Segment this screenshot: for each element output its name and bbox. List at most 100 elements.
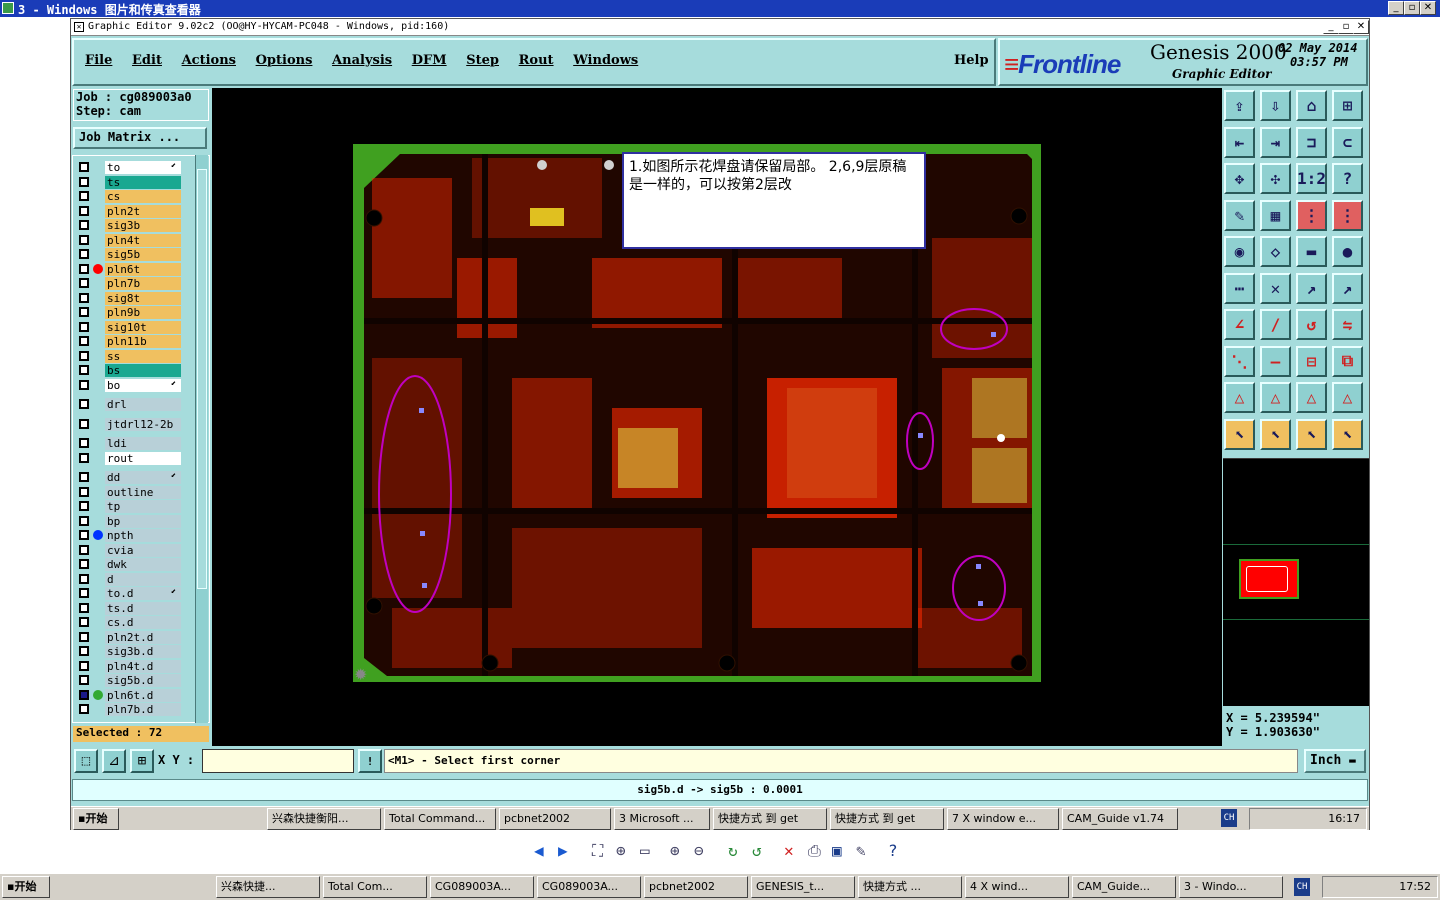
layer-row[interactable]: pln6t xyxy=(75,262,207,276)
app-close-icon[interactable]: ✕ xyxy=(1353,20,1369,34)
taskbar-item[interactable]: Total Command... xyxy=(384,808,496,830)
triangle-b-icon[interactable]: △ xyxy=(1260,382,1291,413)
layer-name[interactable]: d xyxy=(105,572,181,586)
layer-name[interactable]: cs xyxy=(105,190,181,203)
slash-icon[interactable]: / xyxy=(1260,309,1291,340)
menu-actions[interactable]: Actions xyxy=(182,53,236,68)
ruler-icon[interactable]: ▬ xyxy=(1296,236,1327,267)
layer-row[interactable]: pln2t xyxy=(75,204,207,218)
layer-checkbox[interactable] xyxy=(79,559,89,569)
layer-name[interactable]: sig3b xyxy=(105,219,181,232)
layer-name[interactable]: jtdrl12-2b xyxy=(105,417,181,431)
layer-name[interactable]: to.d xyxy=(105,587,181,600)
close-icon[interactable]: ✕ xyxy=(1420,1,1436,15)
layer-row[interactable]: sig5b xyxy=(75,248,207,261)
scale-icon[interactable]: 1:2 xyxy=(1296,163,1327,194)
menu-file[interactable]: File xyxy=(85,53,112,68)
measure-icon[interactable]: ⊿ xyxy=(102,749,126,773)
layer-row[interactable]: pln7b.d xyxy=(75,703,207,716)
menu-step[interactable]: Step xyxy=(466,53,499,68)
layer-name[interactable]: outline xyxy=(105,485,181,499)
rotate-ccw-icon[interactable]: ↺ xyxy=(752,841,762,860)
layer-scrollbar[interactable] xyxy=(195,155,208,723)
layer-name[interactable]: pln7b xyxy=(105,277,181,290)
layer-row[interactable]: cs xyxy=(75,190,207,203)
layer-row[interactable]: cvia xyxy=(75,543,207,557)
layer-checkbox[interactable] xyxy=(79,336,89,346)
layer-name[interactable]: pln6t.d xyxy=(105,688,181,702)
layer-checkbox[interactable] xyxy=(79,704,89,714)
layer-checkbox[interactable] xyxy=(79,263,89,274)
layer-row[interactable]: bo ⬋ xyxy=(75,378,207,392)
layer-name[interactable]: ss xyxy=(105,349,181,363)
menu-rout[interactable]: Rout xyxy=(519,53,554,68)
layer-checkbox[interactable] xyxy=(79,675,89,685)
layer-name[interactable]: pln11b xyxy=(105,335,181,348)
layer-name[interactable]: to xyxy=(105,161,181,174)
taskbar-item[interactable]: 兴森快捷衡阳... xyxy=(267,808,381,830)
layer-name[interactable]: drl xyxy=(105,398,181,411)
layer-row[interactable]: pln4t.d xyxy=(75,659,207,673)
taskbar-item[interactable]: 兴森快捷... xyxy=(216,876,320,898)
triangle-c-icon[interactable]: △ xyxy=(1296,382,1327,413)
layer-name[interactable]: sig5b.d xyxy=(105,674,181,687)
menu-edit[interactable]: Edit xyxy=(132,53,162,68)
taskbar-item[interactable]: 4 X wind... xyxy=(965,876,1069,898)
polygon-icon[interactable]: ◇ xyxy=(1260,236,1291,267)
layer-row[interactable]: sig3b xyxy=(75,219,207,232)
overview-map[interactable] xyxy=(1223,458,1369,706)
layer-row[interactable]: sig8t xyxy=(75,291,207,305)
mirror-icon[interactable]: ⊐ xyxy=(1296,126,1327,158)
layer-checkbox[interactable] xyxy=(79,321,89,332)
taskbar-item[interactable]: 快捷方式 ... xyxy=(858,876,962,898)
layer-row[interactable]: npth xyxy=(75,529,207,542)
layer-checkbox[interactable] xyxy=(79,660,89,671)
layer-checkbox[interactable] xyxy=(79,162,89,172)
layer-name[interactable]: dd xyxy=(105,471,181,484)
next-image-icon[interactable]: ▶ xyxy=(558,841,568,860)
minimize-icon[interactable]: _ xyxy=(1388,1,1404,15)
zoom-out-icon[interactable]: ⊖ xyxy=(694,841,704,860)
layer-checkbox[interactable] xyxy=(79,205,89,216)
warning-icon[interactable]: ! xyxy=(358,749,382,773)
inner-start-button[interactable]: ▪开始 xyxy=(73,808,119,830)
layer-row[interactable]: ts.d xyxy=(75,601,207,615)
pan-left-icon[interactable]: ⇤ xyxy=(1224,126,1255,158)
inner-lang[interactable]: CH xyxy=(1221,809,1237,827)
home-icon[interactable]: ⌂ xyxy=(1296,90,1327,121)
layer-row[interactable]: ts xyxy=(75,175,207,189)
zoom-fit-icon[interactable]: ✥ xyxy=(1224,163,1255,194)
copy-icon[interactable]: ⧉ xyxy=(1332,345,1363,377)
layer-name[interactable]: pln4t.d xyxy=(105,659,181,673)
zoom-in-icon[interactable]: ⊕ xyxy=(670,841,680,860)
layer-checkbox[interactable] xyxy=(79,176,89,187)
app-minimize-icon[interactable]: _ xyxy=(1323,20,1339,34)
layer-checkbox[interactable] xyxy=(79,220,89,230)
layer-row[interactable]: drl xyxy=(75,398,207,411)
layer-checkbox[interactable] xyxy=(79,249,89,259)
units-button[interactable]: Inch ▬ xyxy=(1304,749,1366,773)
layer-name[interactable]: ts.d xyxy=(105,601,181,615)
minus-icon[interactable]: — xyxy=(1260,345,1291,377)
layer-row[interactable]: bp xyxy=(75,514,207,528)
layer-checkbox[interactable] xyxy=(79,646,89,656)
layer-name[interactable]: bp xyxy=(105,514,181,528)
taskbar-item[interactable]: 3 Microsoft ... xyxy=(614,808,710,830)
pointer-box-icon[interactable]: ⬉ xyxy=(1260,418,1291,450)
taskbar-item[interactable]: pcbnet2002 xyxy=(499,808,611,830)
layer-checkbox[interactable] xyxy=(79,350,89,361)
layer-name[interactable]: pln9b xyxy=(105,306,181,319)
triangle-a-icon[interactable]: △ xyxy=(1224,382,1255,413)
layer-checkbox[interactable] xyxy=(79,191,89,201)
graphic-canvas[interactable]: ✹ 1.如图所示花焊盘请保留局部。 2,6,9层原稿是一样的，可以按第2层改 xyxy=(212,88,1222,746)
angle-icon[interactable]: ∠ xyxy=(1224,309,1255,340)
layer-checkbox[interactable] xyxy=(79,452,89,463)
layer-row[interactable]: pln11b xyxy=(75,335,207,348)
taskbar-item[interactable]: GENESIS_t... xyxy=(751,876,855,898)
taskbar-item[interactable]: 快捷方式 到 get xyxy=(830,808,944,830)
edit-icon[interactable]: ✎ xyxy=(856,841,866,860)
layer-row[interactable]: sig10t xyxy=(75,320,207,334)
layer-row[interactable]: tp xyxy=(75,500,207,513)
rotate-cw-icon[interactable]: ↻ xyxy=(728,841,738,860)
layer-name[interactable]: ts xyxy=(105,175,181,189)
